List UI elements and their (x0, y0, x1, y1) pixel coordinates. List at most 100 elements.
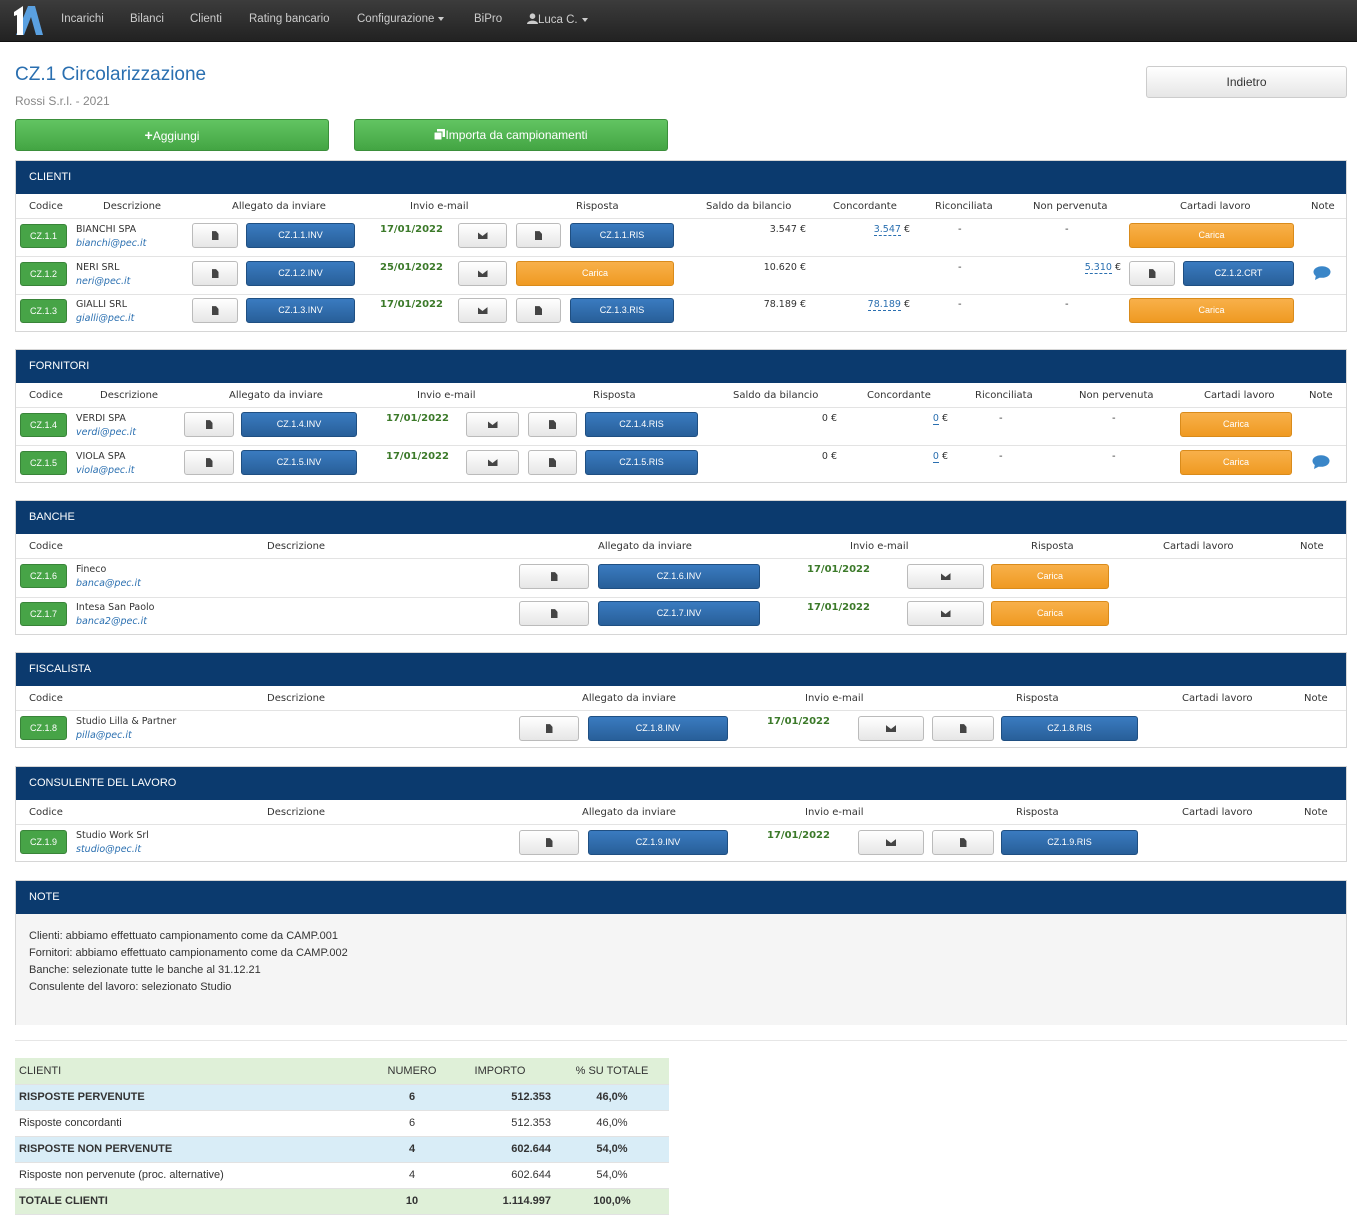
client-email[interactable]: bianchi@pec.it (76, 238, 146, 249)
code-button[interactable]: CZ.1.2 (20, 262, 67, 286)
send-email-button[interactable] (907, 564, 984, 589)
inv-file-button[interactable]: CZ.1.5.INV (241, 450, 357, 475)
attach-doc-button[interactable] (519, 564, 589, 589)
response-doc-button[interactable] (516, 223, 561, 248)
app-logo[interactable] (10, 4, 46, 37)
inv-file-button[interactable]: CZ.1.1.INV (246, 223, 355, 248)
ris-file-button[interactable]: CZ.1.3.RIS (570, 298, 674, 323)
envelope-icon (477, 270, 488, 278)
carta-doc-button[interactable] (1129, 261, 1175, 286)
clienti-panel: CLIENTI Codice Descrizione Allegato da i… (15, 160, 1347, 332)
carica-button[interactable]: Carica (1129, 223, 1294, 248)
code-button[interactable]: CZ.1.8 (20, 716, 67, 740)
supplier-email[interactable]: verdi@pec.it (76, 427, 136, 438)
code-button[interactable]: CZ.1.9 (20, 830, 67, 854)
code-button[interactable]: CZ.1.1 (20, 224, 67, 248)
concordante-value[interactable]: 3.547 € (846, 224, 910, 236)
bank-email[interactable]: banca@pec.it (76, 578, 141, 589)
code-button[interactable]: CZ.1.7 (20, 602, 67, 626)
carica-button[interactable]: Carica (1180, 450, 1292, 475)
inv-file-button[interactable]: CZ.1.4.INV (241, 412, 357, 437)
send-email-button[interactable] (858, 716, 924, 741)
send-email-button[interactable] (466, 412, 519, 437)
response-doc-button[interactable] (516, 298, 561, 323)
nav-bipro[interactable]: BiPro (474, 13, 502, 25)
advisor-email[interactable]: pilla@pec.it (76, 730, 132, 741)
carica-risposta-button[interactable]: Carica (516, 261, 674, 286)
inv-file-button[interactable]: CZ.1.7.INV (598, 601, 760, 626)
send-email-button[interactable] (907, 601, 984, 626)
client-name: GIALLI SRL (76, 299, 127, 310)
client-email[interactable]: neri@pec.it (76, 276, 130, 287)
nav-configurazione[interactable]: Configurazione (357, 13, 445, 25)
send-email-button[interactable] (458, 298, 507, 323)
nav-incarichi[interactable]: Incarichi (61, 13, 104, 25)
attach-doc-button[interactable] (519, 830, 579, 855)
non-pervenuta-link[interactable]: 5.310 (1084, 262, 1112, 274)
comment-icon[interactable] (1313, 266, 1331, 280)
send-email-button[interactable] (858, 830, 924, 855)
inv-file-button[interactable]: CZ.1.6.INV (598, 564, 760, 589)
code-button[interactable]: CZ.1.6 (20, 564, 67, 588)
send-email-button[interactable] (466, 450, 519, 475)
non-pervenuta-value[interactable]: 5.310 € (1056, 262, 1121, 274)
code-button[interactable]: CZ.1.5 (20, 451, 67, 475)
code-button[interactable]: CZ.1.3 (20, 299, 67, 323)
attach-doc-button[interactable] (184, 412, 234, 437)
consulente-panel-title: CONSULENTE DEL LAVORO (16, 767, 1346, 800)
crt-file-button[interactable]: CZ.1.2.CRT (1183, 261, 1294, 286)
carica-button[interactable]: Carica (1129, 298, 1294, 323)
response-doc-button[interactable] (932, 830, 994, 855)
concordante-link[interactable]: 78.189 (867, 299, 901, 311)
attach-doc-button[interactable] (519, 716, 579, 741)
envelope-icon (477, 232, 488, 240)
ris-file-button[interactable]: CZ.1.8.RIS (1001, 716, 1138, 741)
code-button[interactable]: CZ.1.4 (20, 413, 67, 437)
nav-rating-bancario[interactable]: Rating bancario (249, 13, 330, 25)
note-body[interactable]: Clienti: abbiamo effettuato campionament… (16, 914, 1346, 1025)
concordante-value[interactable]: 0 € (896, 413, 948, 425)
supplier-email[interactable]: viola@pec.it (76, 465, 135, 476)
attach-doc-button[interactable] (192, 223, 238, 248)
ris-file-button[interactable]: CZ.1.4.RIS (585, 412, 698, 437)
divider (16, 445, 1346, 446)
bank-email[interactable]: banca2@pec.it (76, 616, 147, 627)
carica-risposta-button[interactable]: Carica (991, 564, 1109, 589)
inv-file-button[interactable]: CZ.1.8.INV (588, 716, 728, 741)
divider (16, 558, 1346, 559)
attach-doc-button[interactable] (184, 450, 234, 475)
response-doc-button[interactable] (528, 412, 577, 437)
attach-doc-button[interactable] (192, 298, 238, 323)
carica-risposta-button[interactable]: Carica (991, 601, 1109, 626)
nav-clienti[interactable]: Clienti (190, 13, 222, 25)
ris-file-button[interactable]: CZ.1.9.RIS (1001, 830, 1138, 855)
currency: € (900, 224, 910, 235)
concordante-value[interactable]: 0 € (896, 451, 948, 463)
inv-file-button[interactable]: CZ.1.2.INV (246, 261, 355, 286)
ris-file-button[interactable]: CZ.1.1.RIS (570, 223, 674, 248)
summary-importo: 512.353 (445, 1110, 555, 1137)
response-doc-button[interactable] (932, 716, 994, 741)
import-button[interactable]: Importa da campionamenti (354, 119, 668, 151)
add-button[interactable]: +Aggiungi (15, 119, 329, 151)
consultant-email[interactable]: studio@pec.it (76, 844, 141, 855)
divider (16, 407, 1346, 408)
back-button[interactable]: Indietro (1146, 66, 1347, 98)
file-icon (549, 458, 556, 468)
client-email[interactable]: gialli@pec.it (76, 313, 134, 324)
response-doc-button[interactable] (528, 450, 577, 475)
ris-file-button[interactable]: CZ.1.5.RIS (585, 450, 698, 475)
nav-user-menu[interactable]: Luca C. (527, 13, 588, 26)
nav-bilanci[interactable]: Bilanci (130, 13, 164, 25)
concordante-value[interactable]: 78.189 € (846, 299, 910, 311)
send-email-button[interactable] (458, 261, 507, 286)
attach-doc-button[interactable] (519, 601, 589, 626)
comment-icon[interactable] (1312, 455, 1330, 469)
attach-doc-button[interactable] (192, 261, 238, 286)
carica-button[interactable]: Carica (1180, 412, 1292, 437)
inv-file-button[interactable]: CZ.1.3.INV (246, 298, 355, 323)
inv-file-button[interactable]: CZ.1.9.INV (588, 830, 728, 855)
summary-header: IMPORTO (445, 1058, 555, 1085)
send-email-button[interactable] (458, 223, 507, 248)
concordante-link[interactable]: 3.547 (873, 224, 901, 236)
